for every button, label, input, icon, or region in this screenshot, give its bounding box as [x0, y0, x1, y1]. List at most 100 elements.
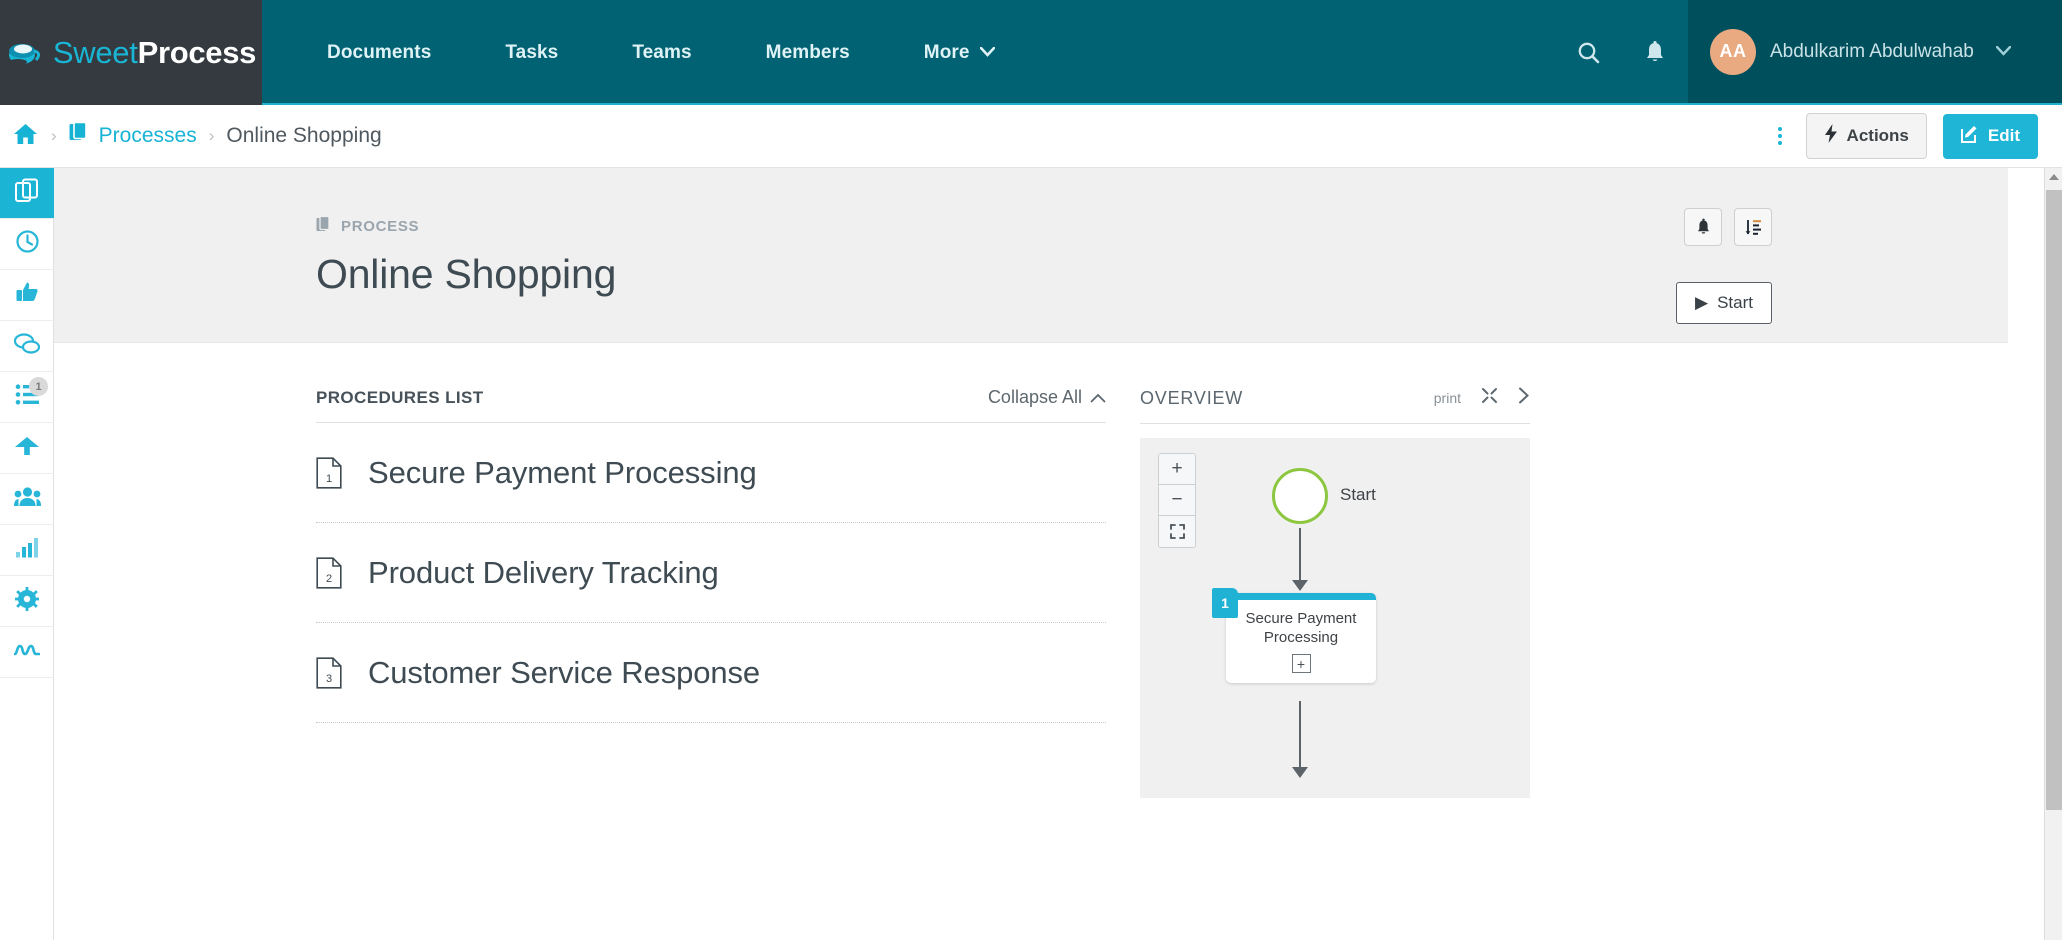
process-hero-header: PROCESS Online Shopping ▶ Start: [54, 168, 2044, 343]
diagram-edge-node1-to-next: [1299, 701, 1301, 771]
breadcrumb: › Processes › Online Shopping: [12, 121, 382, 151]
process-diagram-canvas[interactable]: + − Start 1 Secure Payment Processing +: [1140, 438, 1530, 798]
reorder-sort-button[interactable]: [1734, 208, 1772, 246]
documents-copy-icon: [14, 178, 40, 208]
chevron-down-icon: [979, 45, 995, 60]
sidebar-item-teams[interactable]: [0, 474, 54, 525]
play-icon: ▶: [1695, 293, 1709, 312]
sweetprocess-cup-icon: [6, 38, 44, 68]
lightning-icon: [1824, 124, 1838, 148]
breadcrumb-actions: Actions Edit: [1770, 113, 2038, 159]
upload-cloud-icon: [14, 435, 40, 462]
scrollbar-thumb[interactable]: [2046, 190, 2062, 810]
document-number-icon: 2: [316, 556, 342, 589]
zoom-fit-button[interactable]: [1159, 516, 1195, 547]
procedure-row-3[interactable]: 3 Customer Service Response: [316, 623, 1106, 723]
breadcrumb-processes-label: Processes: [98, 124, 197, 147]
svg-text:1: 1: [326, 473, 332, 485]
procedure-row-2[interactable]: 2 Product Delivery Tracking: [316, 523, 1106, 623]
zoom-out-button[interactable]: −: [1159, 485, 1195, 516]
brand-logo-block[interactable]: SweetProcess: [0, 0, 262, 105]
collapse-all-label: Collapse All: [987, 387, 1082, 407]
nav-right-cluster: AA Abdulkarim Abdulwahab: [1556, 0, 2062, 103]
zoom-in-button[interactable]: +: [1159, 454, 1195, 485]
content-columns: PROCEDURES LIST Collapse All 1 Secure Pa…: [154, 343, 1944, 798]
bell-icon[interactable]: [1622, 0, 1688, 105]
breadcrumb-bar: › Processes › Online Shopping Actions Ed…: [0, 105, 2062, 168]
signature-wave-icon: [13, 641, 41, 664]
brand-process-text: Process: [137, 34, 257, 70]
overview-header: OVERVIEW print: [1140, 387, 1530, 424]
start-button-label: Start: [1717, 293, 1753, 312]
diagram-node-1-number: 1: [1212, 588, 1238, 618]
diagram-start-node[interactable]: [1272, 468, 1328, 524]
nav-item-teams-label: Teams: [632, 41, 692, 63]
procedure-title: Secure Payment Processing: [368, 454, 757, 490]
nav-item-more-label: More: [923, 41, 970, 63]
procedure-title: Customer Service Response: [368, 654, 761, 690]
nav-item-tasks-label: Tasks: [505, 41, 559, 63]
start-button[interactable]: ▶ Start: [1676, 282, 1772, 324]
search-icon[interactable]: [1556, 0, 1622, 105]
document-number-icon: 1: [316, 456, 342, 489]
actions-button[interactable]: Actions: [1805, 113, 1927, 159]
edit-button[interactable]: Edit: [1942, 113, 2038, 159]
nav-item-teams[interactable]: Teams: [595, 0, 728, 105]
nav-item-members[interactable]: Members: [729, 0, 887, 105]
scrollbar-up-arrow[interactable]: [2045, 168, 2062, 186]
sidebar-item-documents[interactable]: [0, 168, 54, 219]
follow-bell-button[interactable]: [1684, 208, 1722, 246]
procedures-panel: PROCEDURES LIST Collapse All 1 Secure Pa…: [316, 387, 1106, 798]
diagram-node-1-title: Secure Payment Processing: [1245, 610, 1357, 647]
pencil-edit-icon: [1960, 125, 1979, 148]
svg-text:2: 2: [326, 573, 332, 585]
procedure-row-1[interactable]: 1 Secure Payment Processing: [316, 423, 1106, 523]
page-scrollbar[interactable]: [2044, 168, 2062, 940]
primary-nav-items: Documents Tasks Teams Members More: [262, 0, 1032, 105]
thumbs-up-icon: [15, 280, 40, 310]
diagram-node-1[interactable]: 1 Secure Payment Processing +: [1212, 588, 1376, 684]
overview-tools: print: [1434, 387, 1530, 409]
sidebar-item-comments[interactable]: [0, 321, 54, 372]
procedure-title: Product Delivery Tracking: [368, 554, 719, 590]
diagram-arrowhead-2: [1292, 767, 1308, 778]
sidebar-item-uploads[interactable]: [0, 423, 54, 474]
sidebar-item-activity[interactable]: [0, 627, 54, 678]
expand-icon[interactable]: [1481, 387, 1498, 409]
user-name-label: Abdulkarim Abdulwahab: [1770, 40, 1974, 62]
overview-panel: OVERVIEW print + − Start 1 Secure Paymen…: [1140, 387, 1530, 798]
team-people-icon: [13, 486, 41, 513]
left-icon-rail: 1: [0, 168, 54, 940]
kebab-menu-icon[interactable]: [1770, 127, 1790, 145]
brand-wordmark: SweetProcess: [53, 34, 257, 71]
procedures-header: PROCEDURES LIST Collapse All: [316, 387, 1106, 423]
start-process-area: ▶ Start: [1676, 282, 1772, 324]
user-menu[interactable]: AA Abdulkarim Abdulwahab: [1688, 0, 2062, 103]
breadcrumb-separator-2: ›: [208, 126, 215, 145]
sidebar-item-tasks[interactable]: 1: [0, 372, 54, 423]
sidebar-item-history[interactable]: [0, 219, 54, 270]
diagram-arrowhead-1: [1292, 580, 1308, 591]
print-link[interactable]: print: [1434, 390, 1461, 406]
hero-tool-buttons: [1684, 208, 1772, 246]
nav-item-tasks[interactable]: Tasks: [468, 0, 595, 105]
collapse-all-button[interactable]: Collapse All: [988, 387, 1106, 408]
nav-item-documents[interactable]: Documents: [290, 0, 468, 105]
diagram-node-1-expand-button[interactable]: +: [1291, 654, 1311, 674]
chevron-up-icon: [1090, 387, 1106, 408]
breadcrumb-item-processes[interactable]: Processes: [69, 121, 197, 150]
sidebar-item-approvals[interactable]: [0, 270, 54, 321]
tasks-badge: 1: [29, 377, 48, 396]
breadcrumb-item-current: Online Shopping: [226, 124, 382, 147]
actions-button-label: Actions: [1846, 126, 1909, 145]
chevron-right-icon[interactable]: [1518, 387, 1530, 409]
nav-item-more[interactable]: More: [887, 0, 1032, 105]
sidebar-item-settings[interactable]: [0, 576, 54, 627]
main-content-area: PROCESS Online Shopping ▶ Start PROCEDUR…: [54, 168, 2044, 940]
home-icon[interactable]: [12, 122, 39, 151]
sidebar-item-reports[interactable]: [0, 525, 54, 576]
clock-icon: [15, 229, 40, 259]
diagram-start-label: Start: [1340, 485, 1376, 504]
nav-item-documents-label: Documents: [327, 41, 432, 63]
process-kicker-label: PROCESS: [341, 218, 420, 235]
